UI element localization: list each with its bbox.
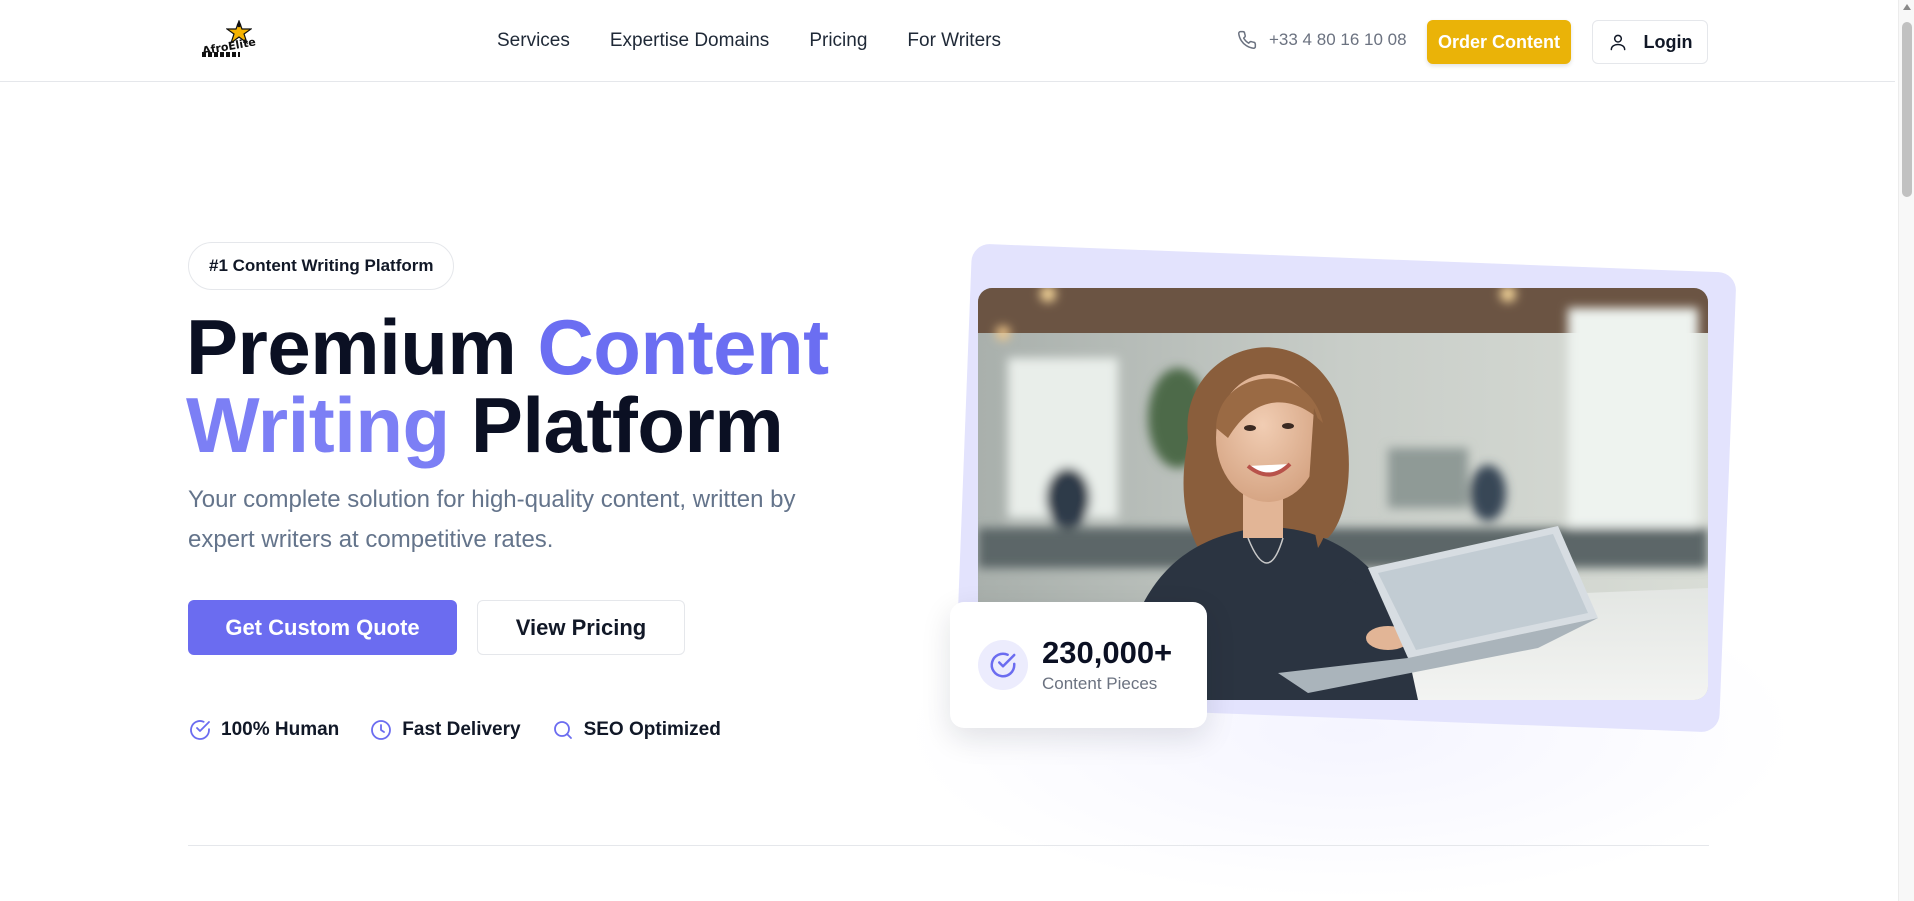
login-button[interactable]: Login — [1592, 20, 1708, 64]
nav-item-for-writers[interactable]: For Writers — [907, 30, 1001, 52]
hero-headline: Premium Content Writing Platform — [186, 308, 829, 464]
nav-item-services[interactable]: Services — [497, 30, 570, 52]
feature-list: 100% Human Fast Delivery SEO Optimized — [188, 718, 721, 742]
feature-seo: SEO Optimized — [551, 718, 721, 742]
check-circle-icon — [990, 652, 1016, 678]
brand-logo[interactable]: AfroElite — [198, 18, 258, 64]
headline-part-platform: Platform — [449, 381, 784, 469]
view-pricing-button[interactable]: View Pricing — [477, 600, 685, 655]
nav-item-pricing[interactable]: Pricing — [809, 30, 867, 52]
feature-delivery: Fast Delivery — [369, 718, 521, 742]
stat-label: Content Pieces — [1042, 674, 1158, 693]
get-custom-quote-button[interactable]: Get Custom Quote — [188, 600, 457, 655]
headline-part-content: Content — [537, 303, 829, 391]
phone-link[interactable]: +33 4 80 16 10 08 — [1237, 30, 1407, 50]
platform-badge: #1 Content Writing Platform — [188, 242, 455, 290]
check-circle-icon — [190, 720, 210, 740]
nav-item-expertise-domains[interactable]: Expertise Domains — [610, 30, 769, 52]
phone-number: +33 4 80 16 10 08 — [1269, 30, 1407, 49]
stat-icon-wrapper — [978, 640, 1028, 690]
feature-label: Fast Delivery — [402, 719, 521, 740]
scrollbar-thumb[interactable] — [1902, 22, 1912, 197]
user-icon — [1610, 34, 1625, 51]
login-label: Login — [1643, 31, 1693, 52]
clock-icon — [371, 720, 392, 740]
section-divider — [188, 845, 1709, 846]
logo-dots — [202, 52, 240, 57]
order-content-button[interactable]: Order Content — [1427, 20, 1571, 64]
feature-label: 100% Human — [221, 719, 340, 740]
stat-value: 230,000+ — [1042, 635, 1173, 670]
hero-subtitle: Your complete solution for high-quality … — [188, 486, 796, 553]
scroll-up-arrow-icon[interactable] — [1903, 4, 1911, 10]
feature-label: SEO Optimized — [583, 719, 721, 740]
stat-text: 230,000+ Content Pieces — [1042, 636, 1172, 694]
headline-part-premium: Premium — [186, 303, 538, 391]
page-scrollbar[interactable] — [1898, 0, 1914, 901]
search-icon — [553, 721, 572, 739]
content-pieces-stat-card: 230,000+ Content Pieces — [950, 602, 1207, 728]
headline-part-writing: Writing — [186, 381, 450, 469]
phone-icon — [1238, 30, 1257, 49]
top-navigation: AfroElite Services Expertise Domains Pri… — [0, 0, 1895, 82]
feature-human: 100% Human — [188, 718, 339, 742]
main-menu: Services Expertise Domains Pricing For W… — [497, 30, 1001, 52]
